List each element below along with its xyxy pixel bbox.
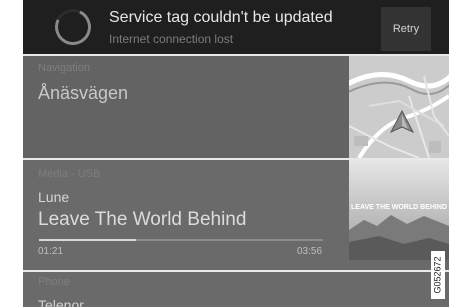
progress-fill: [39, 239, 136, 241]
infotainment-screen: Service tag couldn't be updated Internet…: [23, 0, 449, 307]
image-code-label: G052672: [431, 251, 445, 299]
album-art[interactable]: LEAVE THE WORLD BEHIND: [349, 160, 449, 260]
album-art-text: LEAVE THE WORLD BEHIND: [351, 204, 447, 211]
phone-tile[interactable]: Phone Telenor: [23, 272, 449, 307]
map-thumbnail[interactable]: [349, 56, 449, 158]
media-song-title: Leave The World Behind: [38, 209, 247, 230]
phone-operator: Telenor: [38, 297, 84, 307]
phone-label: Phone: [38, 276, 70, 288]
retry-button[interactable]: Retry: [381, 7, 431, 51]
notification-title: Service tag couldn't be updated: [109, 9, 333, 26]
media-tile[interactable]: Media - USB Lune Leave The World Behind …: [23, 160, 449, 270]
navigation-destination: Ånäsvägen: [38, 83, 129, 103]
media-source-label: Media - USB: [38, 168, 101, 180]
notification-bar: Service tag couldn't be updated Internet…: [23, 0, 449, 54]
notification-subtitle: Internet connection lost: [109, 32, 234, 46]
time-total: 03:56: [297, 246, 323, 257]
image-code-text: G052672: [433, 256, 444, 294]
navigation-label: Navigation: [38, 62, 90, 74]
position-marker-icon: [390, 110, 414, 134]
loading-spinner-icon: [49, 3, 97, 51]
map-graphic: [349, 56, 449, 158]
navigation-tile[interactable]: Navigation Ånäsvägen: [23, 56, 449, 158]
media-artist: Lune: [38, 189, 70, 205]
progress-bar[interactable]: [39, 239, 323, 241]
time-elapsed: 01:21: [38, 246, 64, 257]
